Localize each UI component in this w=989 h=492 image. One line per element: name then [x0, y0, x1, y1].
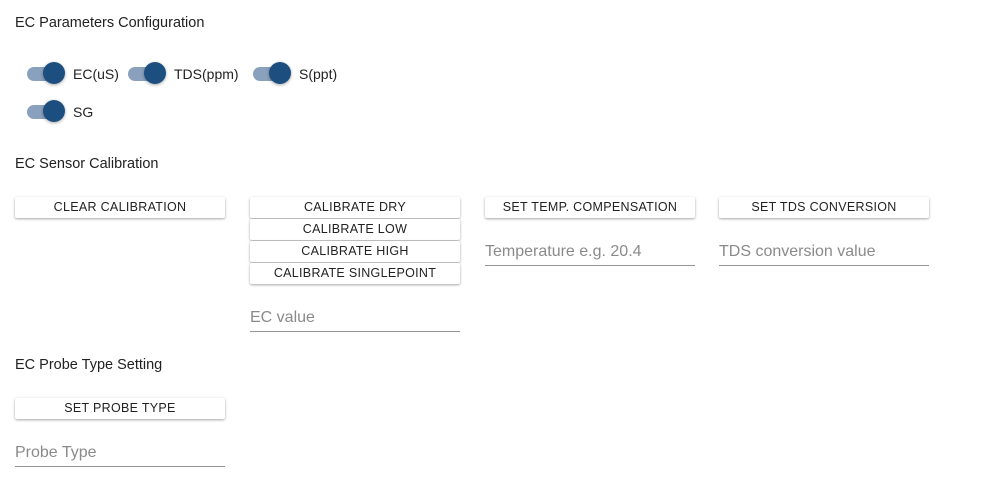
- probe-type-input[interactable]: [15, 439, 225, 467]
- toggle-track: [27, 100, 65, 122]
- set-temp-compensation-button[interactable]: SET TEMP. COMPENSATION: [485, 197, 695, 218]
- calibration-section-title: EC Sensor Calibration: [15, 156, 159, 172]
- calibrate-singlepoint-button[interactable]: CALIBRATE SINGLEPOINT: [250, 263, 460, 284]
- calibrate-high-button[interactable]: CALIBRATE HIGH: [250, 241, 460, 262]
- toggle-thumb[interactable]: [144, 62, 166, 84]
- ec-value-input[interactable]: [250, 304, 460, 332]
- toggle-tds-ppm[interactable]: TDS(ppm): [128, 62, 239, 86]
- params-section-title: EC Parameters Configuration: [15, 15, 205, 31]
- toggle-thumb[interactable]: [269, 62, 291, 84]
- toggle-thumb[interactable]: [43, 62, 65, 84]
- temperature-input[interactable]: [485, 238, 695, 266]
- toggle-sg[interactable]: SG: [27, 100, 93, 124]
- toggle-ec-us-label: EC(uS): [73, 66, 119, 82]
- set-tds-conversion-button[interactable]: SET TDS CONVERSION: [719, 197, 929, 218]
- calibrate-low-button[interactable]: CALIBRATE LOW: [250, 219, 460, 240]
- toggle-tds-ppm-label: TDS(ppm): [174, 66, 239, 82]
- toggle-sg-label: SG: [73, 104, 94, 120]
- clear-calibration-button[interactable]: CLEAR CALIBRATION: [15, 197, 225, 218]
- set-probe-type-button[interactable]: SET PROBE TYPE: [15, 398, 225, 419]
- toggle-s-ppt[interactable]: S(ppt): [253, 62, 337, 86]
- calibrate-dry-button[interactable]: CALIBRATE DRY: [250, 197, 460, 218]
- toggle-track: [128, 62, 166, 84]
- toggle-track: [253, 62, 291, 84]
- tds-conversion-input[interactable]: [719, 238, 929, 266]
- toggle-s-ppt-label: S(ppt): [299, 66, 338, 82]
- probe-section-title: EC Probe Type Setting: [15, 357, 163, 373]
- toggle-thumb[interactable]: [43, 100, 65, 122]
- toggle-track: [27, 62, 65, 84]
- toggle-ec-us[interactable]: EC(uS): [27, 62, 119, 86]
